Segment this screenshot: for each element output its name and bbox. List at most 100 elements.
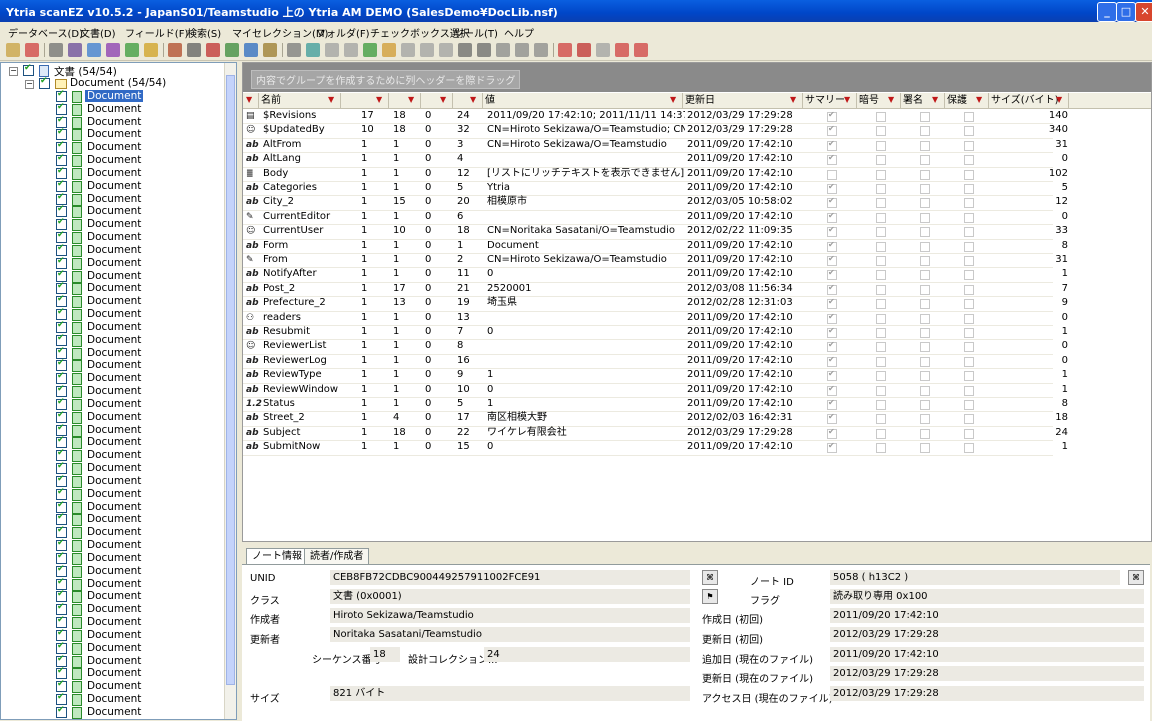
summary-checkbox[interactable] — [827, 312, 837, 324]
tree-document-item[interactable]: Document — [87, 513, 141, 525]
document-checkbox[interactable] — [56, 435, 67, 449]
tree-document-item[interactable]: Document — [87, 321, 141, 333]
table-row[interactable]: abNotifyAfter1101102011/09/20 17:42:101 — [243, 267, 1068, 283]
edit-icon[interactable] — [68, 43, 82, 57]
tree-document-item[interactable]: Document — [87, 449, 141, 461]
filter-icon[interactable]: ▼ — [932, 96, 941, 104]
clear-icon[interactable] — [401, 43, 415, 57]
close-button[interactable]: ✕ — [1135, 2, 1152, 22]
menu-myselection[interactable]: マイセレクション(M) — [232, 25, 328, 40]
document-checkbox[interactable] — [56, 230, 67, 244]
sig-checkbox[interactable] — [920, 212, 930, 223]
document-checkbox[interactable] — [56, 371, 67, 385]
sort-icon[interactable] — [144, 43, 158, 57]
collapse-root-icon[interactable]: − — [9, 67, 18, 76]
prot-checkbox[interactable] — [964, 328, 974, 338]
table-row[interactable]: ☺ CurrentUser 1 10 0 18 CN=Noritaka Sasatani/O… — [243, 224, 1068, 240]
column-header-10[interactable]: 保護 ▼ — [945, 93, 989, 108]
copy-icon[interactable] — [225, 43, 239, 57]
document-checkbox[interactable] — [56, 666, 67, 680]
document-checkbox[interactable] — [56, 538, 67, 552]
tree-document-item[interactable]: Document — [87, 282, 141, 294]
tree-scrollbar[interactable] — [224, 63, 236, 719]
table-row[interactable]: ab ReviewerLog 1 1 0 16 2011/09/20 17:42:10 0 — [243, 354, 1068, 370]
document-checkbox[interactable] — [56, 256, 67, 269]
tree-document-item[interactable]: Document — [87, 552, 141, 564]
tree-document-item[interactable]: Document — [87, 295, 141, 307]
export-icon[interactable] — [206, 43, 220, 57]
table-row[interactable]: ab Form 1 1 0 1 Document 2011/09/20 17:42:10 8 — [243, 239, 1068, 254]
summary-checkbox[interactable] — [827, 398, 837, 410]
tree-document-item[interactable]: Document — [87, 372, 141, 384]
filter-icon[interactable]: ▼ — [976, 96, 985, 104]
document-checkbox[interactable] — [56, 564, 67, 577]
copy-noteid-icon[interactable]: ⌘ — [1128, 570, 1144, 585]
replace-icon[interactable] — [187, 43, 201, 57]
list-icon[interactable] — [420, 43, 434, 57]
delete-icon[interactable] — [263, 43, 277, 57]
tree-document-item[interactable]: Document — [87, 501, 141, 513]
tree-document-item[interactable]: Document — [87, 347, 141, 359]
document-checkbox[interactable] — [56, 346, 67, 359]
document-checkbox[interactable] — [56, 102, 67, 115]
prot-checkbox[interactable] — [964, 299, 974, 310]
tree-document-item[interactable]: Document — [87, 231, 141, 243]
table-row[interactable]: ☺ $UpdatedBy 10 18 0 32 CN=Hiroto Sekizawa/O=T… — [243, 123, 1068, 139]
document-checkbox[interactable] — [56, 294, 67, 308]
table-row[interactable]: ≣ Body 1 1 0 12 [リストにリッチテキストを表示できません] CRC: 78.… — [243, 167, 1068, 182]
enc-checkbox[interactable] — [876, 371, 886, 382]
sig-checkbox[interactable] — [920, 155, 930, 166]
table-row[interactable]: ab Post_2 1 17 0 21 2520001 2012/03/08 11:56:34… — [243, 282, 1068, 298]
summary-checkbox[interactable] — [827, 139, 837, 151]
document-checkbox[interactable] — [56, 692, 67, 705]
tree-document-item[interactable]: Document — [87, 359, 141, 371]
tree-document-item[interactable]: Document — [87, 706, 141, 718]
summary-checkbox[interactable] — [827, 268, 837, 281]
refresh-green-icon[interactable] — [325, 43, 339, 57]
tree-document-item[interactable]: Document — [87, 424, 141, 436]
tree-document-item[interactable]: Document — [87, 655, 141, 667]
table-row[interactable]: ⚇ readers 1 1 0 13 2011/09/20 17:42:10 0 — [243, 311, 1068, 326]
header-filter-all[interactable]: ▼ — [243, 93, 259, 108]
prot-checkbox[interactable] — [964, 400, 974, 410]
document-checkbox[interactable] — [56, 320, 67, 333]
refresh-icon[interactable] — [25, 43, 39, 57]
enc-checkbox[interactable] — [876, 385, 886, 396]
document-checkbox[interactable] — [56, 641, 67, 654]
tree-document-item[interactable]: Document — [87, 616, 141, 628]
summary-checkbox[interactable] — [827, 254, 837, 266]
prot-checkbox[interactable] — [964, 126, 974, 137]
prot-checkbox[interactable] — [964, 371, 974, 382]
enc-checkbox[interactable] — [876, 284, 886, 295]
column-header-8[interactable]: 暗号 ▼ — [857, 93, 901, 108]
document-checkbox[interactable] — [56, 358, 67, 372]
filter-icon[interactable]: ▼ — [670, 96, 679, 104]
tree-document-item[interactable]: Document — [87, 411, 141, 423]
table-row[interactable]: ab City_2 1 15 0 20 相模原市 2012/03/05 10:58:02 12 — [243, 195, 1068, 211]
summary-checkbox[interactable] — [827, 153, 837, 166]
save-icon[interactable] — [106, 43, 120, 57]
summary-checkbox[interactable] — [827, 384, 837, 396]
sig-checkbox[interactable] — [920, 299, 930, 310]
remove-icon[interactable] — [615, 43, 629, 57]
enc-checkbox[interactable] — [876, 342, 886, 353]
enc-checkbox[interactable] — [876, 414, 886, 425]
tree-document-item[interactable]: Document — [87, 141, 141, 153]
tree-document-item[interactable]: Document — [87, 526, 141, 538]
enc-checkbox[interactable] — [876, 328, 886, 338]
document-checkbox[interactable] — [56, 500, 67, 513]
document-checkbox[interactable] — [56, 140, 67, 154]
prot-checkbox[interactable] — [964, 241, 974, 252]
prot-checkbox[interactable] — [964, 313, 974, 324]
sig-checkbox[interactable] — [920, 112, 930, 122]
props-icon[interactable] — [534, 43, 548, 57]
prot-checkbox[interactable] — [964, 184, 974, 194]
document-checkbox[interactable] — [56, 679, 67, 693]
prot-checkbox[interactable] — [964, 270, 974, 281]
table-row[interactable]: ab Prefecture_2 1 13 0 19 埼玉県 2012/02/28 12:31:… — [243, 296, 1068, 312]
tree-document-item[interactable]: Document — [87, 385, 141, 397]
sig-checkbox[interactable] — [920, 140, 930, 151]
summary-checkbox[interactable] — [827, 211, 837, 223]
maximize-button[interactable]: □ — [1116, 2, 1136, 22]
table-row[interactable]: ab SubmitNow 1 1 0 15 0 2011/09/20 17:42:10 1 — [243, 440, 1068, 456]
